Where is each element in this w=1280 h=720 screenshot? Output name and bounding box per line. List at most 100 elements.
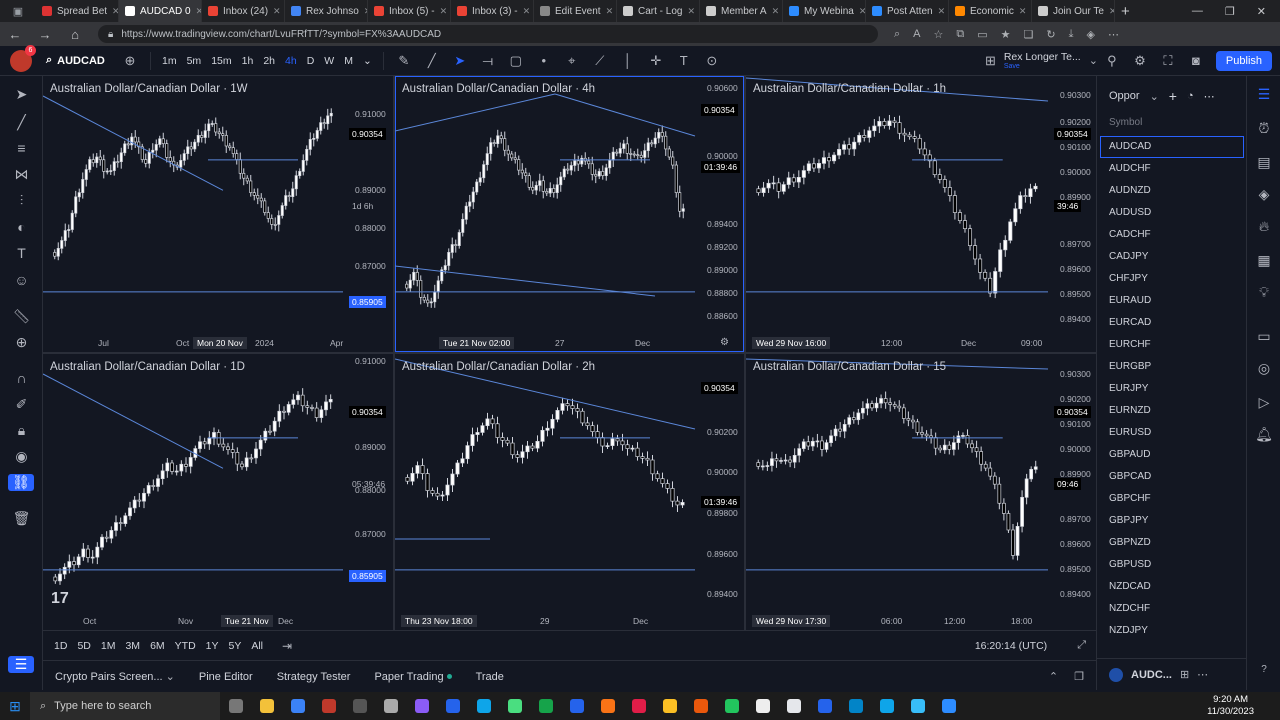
excel-icon[interactable] xyxy=(530,692,561,720)
app-icon[interactable] xyxy=(902,692,933,720)
watchlist-icon[interactable]: ☰ xyxy=(1247,86,1280,103)
chevron-down-icon[interactable]: ⌄ xyxy=(358,55,377,67)
close-tab-icon[interactable]: ✕ xyxy=(606,6,614,17)
emoji-icon[interactable]: ☺ xyxy=(0,272,43,288)
browser-tab[interactable]: Post Atten ✕ xyxy=(866,0,949,22)
url-field[interactable]: 🔒︎ https://www.tradingview.com/chart/Lvu… xyxy=(98,25,878,43)
watchlist-item[interactable]: EURUSD xyxy=(1097,422,1247,444)
edge-icon[interactable] xyxy=(809,692,840,720)
watchlist-item[interactable]: NZDCHF xyxy=(1097,598,1247,620)
price-chart[interactable] xyxy=(43,354,393,630)
grid-layout-icon[interactable]: ⊞ xyxy=(985,53,996,69)
tradingview-logo-icon[interactable]: 17 xyxy=(51,590,69,608)
media-icon[interactable] xyxy=(406,692,437,720)
word-icon[interactable] xyxy=(561,692,592,720)
help-icon[interactable]: ? xyxy=(1247,664,1280,675)
advanced-view-icon[interactable]: ◔ xyxy=(1187,90,1194,102)
watchlist-title[interactable]: Oppor xyxy=(1109,90,1140,102)
watchlist-item[interactable]: AUDCHF xyxy=(1097,158,1247,180)
chevron-down-icon[interactable]: ⌄ xyxy=(1089,54,1098,67)
maximize-icon[interactable]: ❐ xyxy=(1225,5,1235,18)
expand-icon[interactable]: ⤢ xyxy=(1077,639,1086,652)
camera-icon[interactable]: ◙ xyxy=(1182,53,1210,68)
cursor-icon[interactable]: ➤ xyxy=(0,86,43,103)
browser-tab[interactable]: Inbox (24) ✕ xyxy=(202,0,285,22)
browser-tab[interactable]: Inbox (5) - ✕ xyxy=(368,0,451,22)
new-tab-icon[interactable]: + xyxy=(1121,3,1130,20)
watchlist-item[interactable]: GBPAUD xyxy=(1097,444,1247,466)
tab-strategy-tester[interactable]: Strategy Tester xyxy=(265,671,363,683)
powerpoint-icon[interactable] xyxy=(592,692,623,720)
settings-icon[interactable] xyxy=(375,692,406,720)
location-pin-icon[interactable]: ⌖ xyxy=(558,53,586,69)
zoom-icon[interactable]: ⌕ xyxy=(894,28,900,41)
settings-gear-icon[interactable]: ⚙ xyxy=(720,337,729,348)
close-tab-icon[interactable]: ✕ xyxy=(938,6,946,17)
outlook-icon[interactable] xyxy=(871,692,902,720)
quick-search-icon[interactable]: ⚲ xyxy=(1098,53,1126,69)
footer-symbol[interactable]: AUDC... xyxy=(1131,669,1172,681)
hide-drawings-icon[interactable]: ◉ xyxy=(0,448,43,465)
timeframe-M[interactable]: M xyxy=(339,55,358,67)
range-all[interactable]: All xyxy=(246,640,268,652)
tab-paper-trading[interactable]: Paper Trading xyxy=(362,671,463,683)
close-tab-icon[interactable]: ✕ xyxy=(859,6,865,17)
notifications-bell-icon[interactable]: 🔔︎ xyxy=(1247,426,1280,443)
chevron-down-icon[interactable]: ⌄ xyxy=(1150,90,1159,103)
watchlist-item[interactable]: GBPUSD xyxy=(1097,554,1247,576)
office-icon[interactable] xyxy=(313,692,344,720)
timeframe-2h[interactable]: 2h xyxy=(258,55,280,67)
range-1m[interactable]: 1M xyxy=(96,640,121,652)
chart-pane[interactable]: Australian Dollar/Canadian Dollar · 1W 0.… xyxy=(43,76,393,352)
close-tab-icon[interactable]: ✕ xyxy=(440,6,448,17)
close-tab-icon[interactable]: ✕ xyxy=(112,6,118,17)
vertical-line-icon[interactable]: │ xyxy=(614,53,642,68)
link-icon[interactable]: ⛓ xyxy=(8,474,34,491)
watchlist-item[interactable]: NZDCAD xyxy=(1097,576,1247,598)
downloads-icon[interactable]: ⤓ xyxy=(1069,28,1074,41)
browser-tab[interactable]: Edit Event ✕ xyxy=(534,0,617,22)
close-tab-icon[interactable]: ✕ xyxy=(772,6,780,17)
range-ytd[interactable]: YTD xyxy=(170,640,201,652)
watchlist-item[interactable]: EURNZD xyxy=(1097,400,1247,422)
watchlist-item[interactable]: GBPNZD xyxy=(1097,532,1247,554)
forward-icon[interactable]: → xyxy=(30,27,60,42)
browser-tab[interactable]: My Webina ✕ xyxy=(783,0,866,22)
favorites-icon[interactable]: ★ xyxy=(1001,28,1011,41)
maximize-panel-icon[interactable]: ❐ xyxy=(1074,670,1084,683)
watchlist-item[interactable]: AUDCAD xyxy=(1100,136,1244,158)
chart-pane[interactable]: Australian Dollar/Canadian Dollar · 1h 0.… xyxy=(746,76,1096,352)
browser-tab[interactable]: Join Our Te ✕ xyxy=(1032,0,1115,22)
replay-icon[interactable]: ⊙ xyxy=(698,53,726,69)
extensions-icon[interactable]: ⧉ xyxy=(956,28,964,41)
browser-tab[interactable]: Rex Johnso✕ xyxy=(285,0,368,22)
cursor-icon[interactable]: ➤ xyxy=(446,53,474,69)
chart-pane[interactable]: Australian Dollar/Canadian Dollar · 2h 0.… xyxy=(395,354,744,630)
lock-drawings-icon[interactable]: 🔒︎ xyxy=(0,422,43,439)
trendline[interactable] xyxy=(554,93,696,137)
watchlist-item[interactable]: GBPCAD xyxy=(1097,466,1247,488)
back-icon[interactable]: ← xyxy=(0,27,30,42)
close-tab-icon[interactable]: ✕ xyxy=(523,6,531,17)
teams-icon[interactable] xyxy=(437,692,468,720)
range-5d[interactable]: 5D xyxy=(72,640,95,652)
watchlist-item[interactable]: GBPJPY xyxy=(1097,510,1247,532)
timeframe-4h[interactable]: 4h xyxy=(280,55,302,67)
crosshair-icon[interactable]: ✛ xyxy=(642,53,670,69)
gear-icon[interactable]: ⚙ xyxy=(1126,53,1154,69)
chrome-icon[interactable] xyxy=(654,692,685,720)
watchlist-item[interactable]: CHFJPY xyxy=(1097,268,1247,290)
grid-icon[interactable]: ⊞ xyxy=(1180,668,1189,681)
watchlist-item[interactable]: CADJPY xyxy=(1097,246,1247,268)
trendline[interactable] xyxy=(43,373,224,469)
price-chart[interactable] xyxy=(746,76,1096,352)
zoom-icon[interactable] xyxy=(933,692,964,720)
app-icon[interactable] xyxy=(685,692,716,720)
price-chart[interactable] xyxy=(395,76,744,352)
browser-tab[interactable]: Cart - Log ✕ xyxy=(617,0,700,22)
terminal-icon[interactable] xyxy=(716,692,747,720)
utc-clock[interactable]: 16:20:14 (UTC) xyxy=(975,640,1047,652)
text-tool-icon[interactable]: T xyxy=(670,53,698,68)
settings-dots-icon[interactable]: ⋯ xyxy=(1108,28,1119,41)
symbol-column-header[interactable]: Symbol xyxy=(1109,117,1142,128)
